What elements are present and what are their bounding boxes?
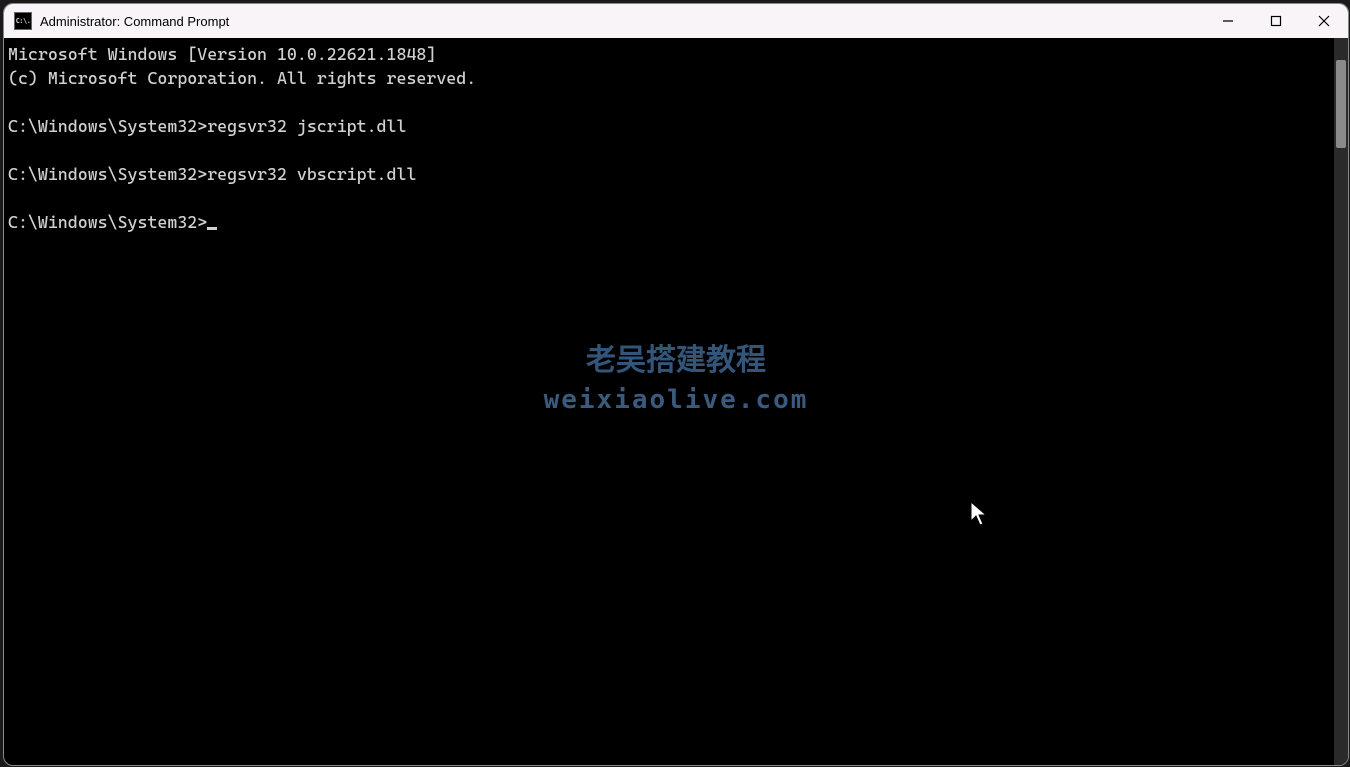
command-prompt-window: C:\. Administrator: Command Prompt xyxy=(3,3,1349,766)
terminal-line xyxy=(8,186,1334,210)
window-title: Administrator: Command Prompt xyxy=(40,14,1204,29)
window-controls xyxy=(1204,4,1348,38)
terminal-line: C:\Windows\System32>regsvr32 vbscript.dl… xyxy=(8,162,1334,186)
cmd-icon: C:\. xyxy=(14,12,32,30)
terminal-area: Microsoft Windows [Version 10.0.22621.18… xyxy=(4,38,1348,765)
text-cursor xyxy=(207,227,217,230)
minimize-icon xyxy=(1222,15,1234,27)
terminal-output[interactable]: Microsoft Windows [Version 10.0.22621.18… xyxy=(4,38,1334,765)
terminal-line: Microsoft Windows [Version 10.0.22621.18… xyxy=(8,42,1334,66)
close-icon xyxy=(1318,15,1330,27)
scrollbar-thumb[interactable] xyxy=(1336,60,1346,148)
maximize-button[interactable] xyxy=(1252,4,1300,38)
terminal-line xyxy=(8,90,1334,114)
titlebar[interactable]: C:\. Administrator: Command Prompt xyxy=(4,4,1348,38)
terminal-line: C:\Windows\System32>regsvr32 jscript.dll xyxy=(8,114,1334,138)
close-button[interactable] xyxy=(1300,4,1348,38)
maximize-icon xyxy=(1270,15,1282,27)
minimize-button[interactable] xyxy=(1204,4,1252,38)
terminal-line: C:\Windows\System32> xyxy=(8,210,1334,234)
terminal-line: (c) Microsoft Corporation. All rights re… xyxy=(8,66,1334,90)
terminal-line xyxy=(8,138,1334,162)
vertical-scrollbar[interactable] xyxy=(1334,38,1348,765)
